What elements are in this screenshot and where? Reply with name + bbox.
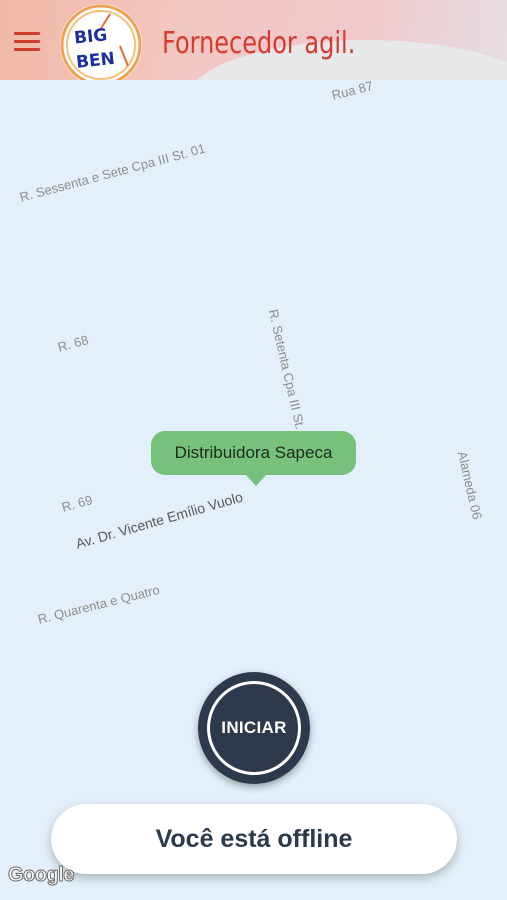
street-label: R. Quarenta e Quatro [36,581,162,627]
marker-label: Distribuidora Sapeca [174,443,333,462]
brand-logo: BIG BEN [60,4,142,80]
street-label: Rua 87 [330,78,375,103]
street-label: R. 69 [60,492,94,515]
street-label: R. 68 [56,332,90,355]
status-label: Você está offline [155,824,353,853]
street-label: R. Setenta Cpa III St. 0 [265,307,311,442]
hamburger-menu-icon[interactable] [14,32,42,54]
svg-text:BEN: BEN [75,49,116,73]
street-label: Alameda 06 [454,449,485,521]
status-bar[interactable]: Você está offline [51,804,457,874]
svg-text:BIG: BIG [73,25,108,48]
start-button-label: INICIAR [221,718,287,737]
start-button[interactable]: INICIAR [198,672,310,784]
app-title: Fornecedor agil. [162,26,356,61]
app-header: BIG BEN Fornecedor agil. [0,0,507,80]
start-button-ring: INICIAR [207,681,301,775]
google-logo: Google [8,864,75,887]
street-label: R. Sessenta e Sete Cpa III St. 01 [18,140,207,205]
location-marker[interactable]: Distribuidora Sapeca [151,431,356,486]
street-label: Av. Dr. Vicente Emílio Vuolo [73,488,245,552]
